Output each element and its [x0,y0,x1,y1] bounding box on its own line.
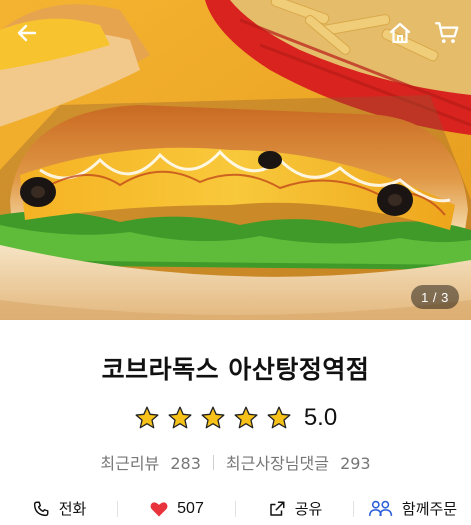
heart-icon [149,499,169,519]
like-count: 507 [177,499,204,517]
rating-row[interactable]: 5.0 [0,402,471,434]
star-rating [134,405,292,431]
share-label: 공유 [294,500,323,518]
owner-replies-label: 최근사장님댓글 [225,454,329,473]
action-bar: 전화 507 공유 함께주문 [0,492,471,525]
arrow-left-icon [17,24,37,42]
star-icon [168,406,192,429]
owner-replies-count: 293 [340,454,371,473]
recent-reviews-label: 최근리뷰 [100,454,160,473]
image-pager: 1 / 3 [411,285,459,309]
phone-icon [31,499,51,519]
cart-button[interactable] [430,16,464,50]
star-icon [267,406,291,429]
review-stats[interactable]: 최근리뷰 283 최근사장님댓글 293 [0,450,471,474]
owner-replies[interactable]: 최근사장님댓글 293 [226,450,371,474]
group-users-icon [368,499,394,519]
recent-reviews-count: 283 [170,454,201,473]
share-icon [267,499,287,519]
share-button[interactable]: 공유 [236,498,353,519]
home-button[interactable] [383,16,417,50]
rating-value: 5.0 [303,404,338,431]
recent-reviews[interactable]: 최근리뷰 283 [100,450,201,474]
star-icon [234,406,258,429]
group-order-label: 함께주문 [401,500,458,518]
home-icon [389,22,411,44]
store-hero-image[interactable]: 1 / 3 [0,0,471,320]
back-button[interactable] [10,16,44,50]
cart-icon [435,22,459,43]
divider [212,454,214,470]
call-label: 전화 [58,500,87,518]
store-info-panel: 코브라독스 아산탕정역점 5.0 최근리뷰 283 최근사장님댓글 293 전화 [0,320,471,525]
call-button[interactable]: 전화 [0,498,117,519]
star-icon [201,406,225,429]
group-order-button[interactable]: 함께주문 [354,498,471,519]
star-icon [135,406,159,429]
store-name: 코브라독스 아산탕정역점 [101,355,370,384]
like-button[interactable]: 507 [118,499,235,519]
